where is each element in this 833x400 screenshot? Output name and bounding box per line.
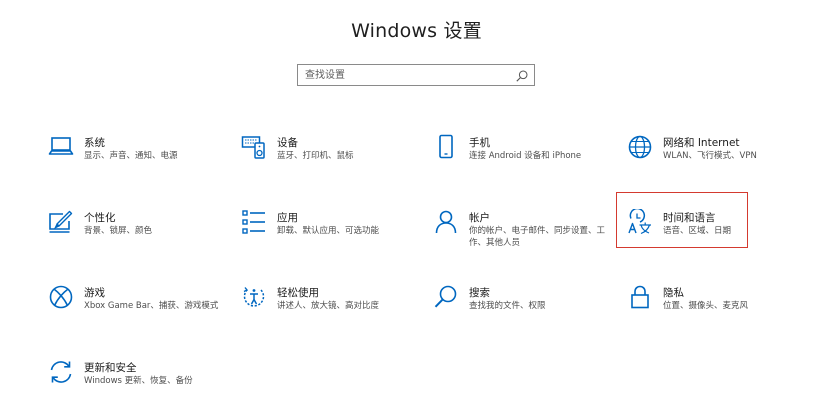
settings-window: Windows 设置 系统 显示、声音、通知、电源 <box>0 0 833 400</box>
highlight-frame <box>616 192 748 248</box>
tile-description: 讲述人、放大镜、高对比度 <box>277 301 380 311</box>
tile-gaming[interactable]: 游戏 Xbox Game Bar、捕获、游戏模式 <box>48 284 218 334</box>
tile-description: 背景、锁屏、颜色 <box>84 226 153 236</box>
tile-description: 位置、摄像头、麦克风 <box>663 301 749 311</box>
xbox-icon <box>48 284 74 310</box>
tile-name: 轻松使用 <box>277 287 319 299</box>
tile-network[interactable]: 网络和 Internet WLAN、飞行模式、VPN <box>627 134 797 184</box>
search-input[interactable] <box>298 65 515 85</box>
search-icon[interactable] <box>515 68 529 82</box>
apps-icon <box>241 209 267 235</box>
tile-apps[interactable]: 应用 卸载、默认应用、可选功能 <box>241 209 411 259</box>
tile-name: 应用 <box>277 212 298 224</box>
tile-description: 连接 Android 设备和 iPhone <box>469 151 582 161</box>
personalization-icon <box>48 209 74 235</box>
tile-name: 网络和 Internet <box>663 137 740 149</box>
tile-privacy[interactable]: 隐私 位置、摄像头、麦克风 <box>627 284 797 334</box>
page-title: Windows 设置 <box>351 20 482 42</box>
tile-devices[interactable]: 设备 蓝牙、打印机、鼠标 <box>241 134 411 184</box>
ease-of-access-icon <box>241 284 267 310</box>
tile-search[interactable]: 搜索 查找我的文件、权限 <box>433 284 603 334</box>
tile-description: 卸载、默认应用、可选功能 <box>277 226 380 236</box>
tile-description: 显示、声音、通知、电源 <box>84 151 178 161</box>
tile-name: 更新和安全 <box>84 362 137 374</box>
tile-description: Xbox Game Bar、捕获、游戏模式 <box>84 301 219 311</box>
tile-name: 游戏 <box>84 287 105 299</box>
tile-personalization[interactable]: 个性化 背景、锁屏、颜色 <box>48 209 218 259</box>
tile-description: 查找我的文件、权限 <box>469 301 546 311</box>
tile-name: 隐私 <box>663 287 684 299</box>
tile-name: 个性化 <box>84 212 116 224</box>
tile-name: 搜索 <box>469 287 490 299</box>
tile-description: 蓝牙、打印机、鼠标 <box>277 151 354 161</box>
tile-ease-of-access[interactable]: 轻松使用 讲述人、放大镜、高对比度 <box>241 284 411 334</box>
person-icon <box>433 209 459 235</box>
search-icon <box>433 284 459 310</box>
update-icon <box>48 359 74 385</box>
tile-name: 帐户 <box>469 212 490 224</box>
tile-name: 系统 <box>84 137 105 149</box>
laptop-icon <box>48 134 74 160</box>
tile-system[interactable]: 系统 显示、声音、通知、电源 <box>48 134 218 184</box>
tile-accounts[interactable]: 帐户 你的帐户、电子邮件、同步设置、工作、其他人员 <box>433 209 606 259</box>
tile-description: 你的帐户、电子邮件、同步设置、工作、其他人员 <box>469 226 606 248</box>
tile-description: WLAN、飞行模式、VPN <box>663 151 757 161</box>
tile-update-security[interactable]: 更新和安全 Windows 更新、恢复、备份 <box>48 359 218 400</box>
phone-icon <box>433 134 459 160</box>
tile-name: 设备 <box>277 137 298 149</box>
tile-phone[interactable]: 手机 连接 Android 设备和 iPhone <box>433 134 603 184</box>
devices-icon <box>241 134 267 160</box>
globe-icon <box>627 134 653 160</box>
lock-icon <box>627 284 653 310</box>
search-box[interactable] <box>297 64 535 86</box>
tile-name: 手机 <box>469 137 490 149</box>
tile-description: Windows 更新、恢复、备份 <box>84 376 193 386</box>
